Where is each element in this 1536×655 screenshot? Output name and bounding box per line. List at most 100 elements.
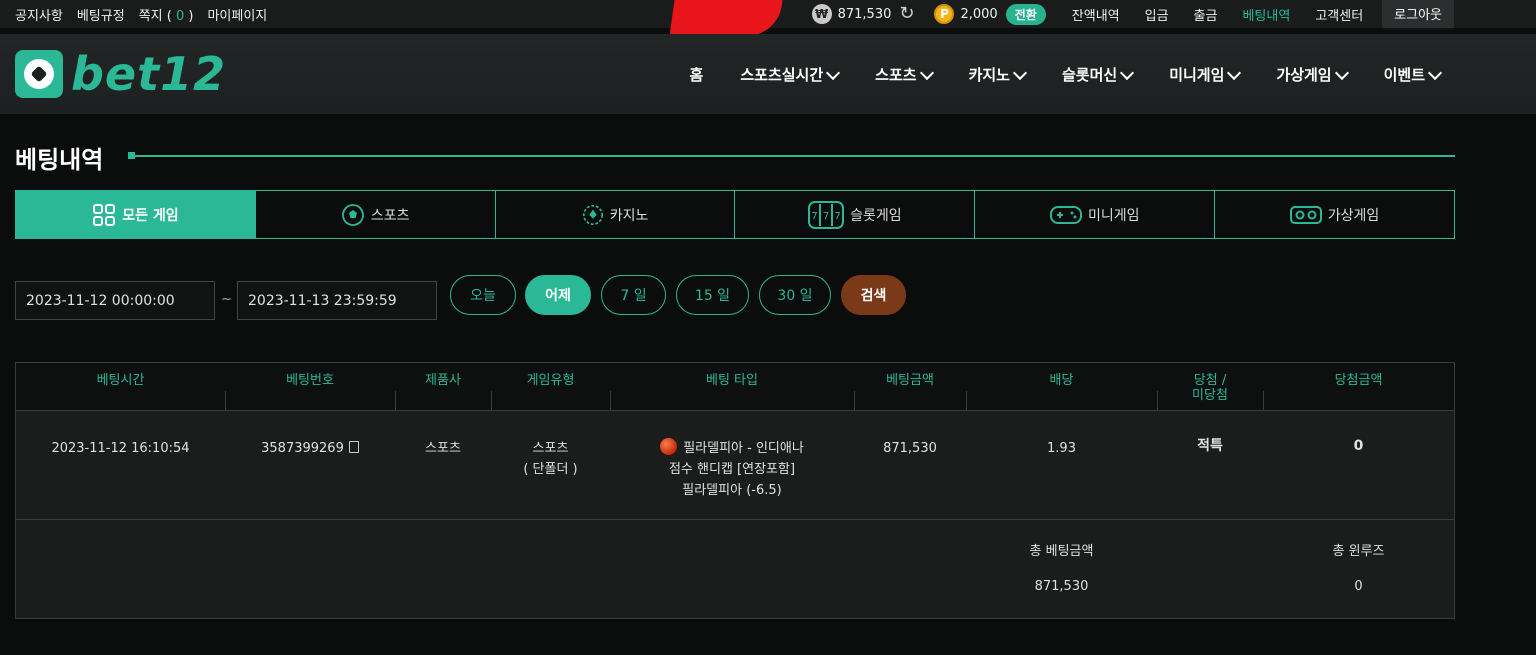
- cell-bet-time: 2023-11-12 16:10:54: [51, 441, 190, 456]
- convert-button[interactable]: 전환: [1005, 3, 1046, 25]
- refresh-icon[interactable]: ↻: [899, 5, 914, 23]
- withdraw-link[interactable]: 출금: [1194, 5, 1218, 24]
- date-range-separator: ~: [221, 292, 232, 307]
- support-link[interactable]: 고객센터: [1315, 5, 1363, 24]
- balance-history-link[interactable]: 잔액내역: [1072, 5, 1120, 24]
- chevron-down-icon: [1227, 65, 1242, 80]
- game-sub-text: ( 단폴더 ): [523, 462, 578, 477]
- total-bet-label: 총 베팅금액: [1029, 544, 1094, 559]
- table-header: 베팅시간 베팅번호 제품사 게임유형 베팅 타입 베팅금액 배당 당첨 / 미당…: [16, 363, 1454, 411]
- tab-label: 카지노: [609, 207, 649, 224]
- svg-text:7: 7: [834, 211, 840, 222]
- nav-virtual[interactable]: 가상게임: [1276, 64, 1349, 85]
- tab-virtual[interactable]: 가상게임: [1215, 191, 1454, 238]
- col-bet-type: 베팅 타입: [706, 373, 758, 388]
- messages-count: 0: [175, 8, 185, 24]
- site-logo[interactable]: bet12: [15, 50, 226, 98]
- chevron-down-icon: [826, 65, 841, 80]
- points-amount: 2,000: [960, 6, 998, 22]
- main-nav: 홈 스포츠실시간 스포츠 카지노 슬롯머신 미니게임 가상게임 이벤트: [690, 34, 1443, 114]
- top-right: ₩ 871,530 ↻ P 2,000 전환 잔액내역 입금 출금 베팅내역 고…: [811, 0, 1454, 30]
- soccer-icon: [341, 203, 365, 227]
- svg-text:7: 7: [811, 211, 817, 222]
- category-tabs: 모든 게임 스포츠 카지노 777 슬롯게임 미니게임 가상게임: [15, 190, 1455, 239]
- filter-30days-button[interactable]: 30 일: [759, 275, 831, 315]
- tab-sports[interactable]: 스포츠: [256, 191, 496, 238]
- nav-casino[interactable]: 카지노: [969, 64, 1028, 85]
- bet-number-text: 3587399269: [261, 441, 344, 456]
- svg-text:7: 7: [823, 211, 829, 222]
- filter-7days-button[interactable]: 7 일: [601, 275, 666, 315]
- main-header: bet12 홈 스포츠실시간 스포츠 카지노 슬롯머신 미니게임 가상게임 이벤…: [0, 34, 1536, 114]
- filter-yesterday-button[interactable]: 어제: [525, 275, 591, 315]
- col-provider: 제품사: [425, 373, 461, 388]
- logo-ball-icon: [15, 50, 63, 98]
- tab-minigame[interactable]: 미니게임: [975, 191, 1216, 238]
- nav-slot[interactable]: 슬롯머신: [1062, 64, 1135, 85]
- game-type-text: 스포츠: [532, 441, 569, 456]
- mypage-link[interactable]: 마이페이지: [207, 5, 267, 24]
- point-icon: P: [934, 4, 955, 24]
- nav-sports[interactable]: 스포츠: [875, 64, 934, 85]
- col-result: 당첨 / 미당첨: [1192, 373, 1228, 403]
- end-date-input[interactable]: 2023-11-13 23:59:59: [237, 281, 437, 320]
- col-bet-time: 베팅시간: [96, 373, 145, 388]
- messages-label: 쪽지: [138, 8, 163, 24]
- filter-15days-button[interactable]: 15 일: [676, 275, 749, 315]
- col-win-amount: 당첨금액: [1334, 373, 1383, 388]
- notice-link[interactable]: 공지사항: [15, 5, 63, 24]
- messages-link[interactable]: 쪽지 ( 0 ): [139, 5, 194, 24]
- tab-all-games[interactable]: 모든 게임: [16, 191, 256, 238]
- gamepad-icon: [1049, 205, 1082, 225]
- cell-game-type: 스포츠 ( 단폴더 ): [491, 438, 610, 480]
- total-winloss-value: 0: [1354, 579, 1363, 594]
- slot-icon: 777: [808, 200, 845, 229]
- casino-chip-icon: [582, 204, 604, 226]
- cell-bet-amount: 871,530: [883, 441, 937, 456]
- redaction-mark: [669, 0, 783, 36]
- bet-selection: 필라델피아 (-6.5): [682, 483, 782, 498]
- table-row: 2023-11-12 16:10:54 3587399269 스포츠 스포츠 ( …: [16, 412, 1454, 520]
- col-bet-amount: 베팅금액: [886, 373, 934, 388]
- deposit-link[interactable]: 입금: [1145, 5, 1169, 24]
- cell-win-amount: 0: [1353, 438, 1364, 454]
- top-left-links: 공지사항 베팅규정 쪽지 ( 0 ) 마이페이지: [15, 0, 267, 28]
- cell-bet-number: 3587399269: [225, 438, 395, 459]
- chevron-down-icon: [1012, 65, 1028, 80]
- page-title: 베팅내역: [15, 146, 104, 174]
- nav-event[interactable]: 이벤트: [1384, 64, 1443, 85]
- tab-label: 슬롯게임: [850, 207, 902, 224]
- title-divider: [129, 155, 1455, 157]
- logout-button[interactable]: 로그아웃: [1382, 0, 1454, 30]
- nav-home[interactable]: 홈: [690, 64, 704, 85]
- chevron-down-icon: [1334, 65, 1349, 80]
- tab-label: 모든 게임: [122, 207, 179, 224]
- grid-icon: [92, 203, 116, 227]
- nav-live-sports[interactable]: 스포츠실시간: [740, 64, 841, 85]
- betting-rules-link[interactable]: 베팅규정: [77, 5, 125, 24]
- col-game-type: 게임유형: [526, 373, 575, 388]
- betting-history-link[interactable]: 베팅내역: [1242, 5, 1290, 24]
- nav-minigame[interactable]: 미니게임: [1169, 64, 1242, 85]
- col-odds: 배당: [1049, 373, 1074, 388]
- won-icon: ₩: [811, 4, 832, 24]
- tab-slot[interactable]: 777 슬롯게임: [735, 191, 976, 238]
- chevron-down-icon: [919, 65, 934, 80]
- search-button[interactable]: 검색: [841, 275, 906, 315]
- logo-text: bet12: [71, 47, 227, 101]
- vr-icon: [1289, 205, 1322, 225]
- tab-casino[interactable]: 카지노: [496, 191, 736, 238]
- betting-history-table: 베팅시간 베팅번호 제품사 게임유형 베팅 타입 베팅금액 배당 당첨 / 미당…: [15, 362, 1455, 619]
- total-winloss-label: 총 윈루즈: [1332, 544, 1385, 559]
- start-date-input[interactable]: 2023-11-12 00:00:00: [15, 281, 215, 320]
- balance-amount: 871,530: [837, 6, 892, 22]
- bet-match: 필라델피아 - 인디애나: [683, 441, 804, 456]
- tab-label: 미니게임: [1087, 207, 1140, 224]
- chevron-down-icon: [1427, 65, 1443, 80]
- cell-bet-type: 필라델피아 - 인디애나 점수 핸디캡 [연장포함] 필라델피아 (-6.5): [610, 438, 854, 501]
- cell-provider: 스포츠: [425, 441, 461, 456]
- copy-icon[interactable]: [348, 441, 359, 453]
- filter-today-button[interactable]: 오늘: [450, 275, 516, 315]
- cell-result: 적특: [1197, 438, 1223, 454]
- col-bet-number: 베팅번호: [286, 373, 334, 388]
